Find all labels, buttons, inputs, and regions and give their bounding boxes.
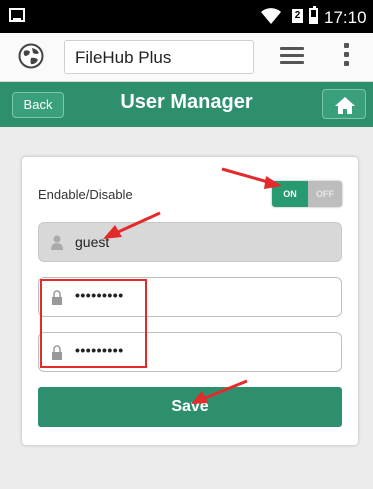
- overflow-menu-icon[interactable]: [344, 43, 350, 73]
- menu-lines-icon[interactable]: [280, 47, 304, 67]
- user-icon: [51, 235, 63, 250]
- status-bar: 2 17:10: [0, 0, 373, 33]
- page-title: User Manager: [120, 91, 253, 113]
- enable-toggle[interactable]: ON OFF: [272, 181, 342, 207]
- battery-icon: [309, 6, 318, 24]
- toggle-on-label: ON: [272, 181, 308, 207]
- toggle-label: Endable/Disable: [38, 187, 133, 202]
- page-header: Back User Manager: [0, 82, 373, 127]
- app-title-box[interactable]: FileHub Plus: [64, 40, 254, 74]
- username-field[interactable]: guest: [38, 222, 342, 262]
- username-value: guest: [75, 234, 110, 250]
- app-title: FileHub Plus: [75, 48, 172, 67]
- home-icon: [335, 97, 355, 114]
- save-button[interactable]: Save: [38, 387, 342, 427]
- toggle-off-label: OFF: [308, 181, 342, 207]
- status-time: 17:10: [324, 8, 367, 27]
- sim-icon: 2: [292, 9, 303, 23]
- globe-icon[interactable]: [18, 43, 44, 69]
- app-bar: FileHub Plus: [0, 33, 373, 82]
- home-button[interactable]: [322, 89, 366, 119]
- annotation-highlight-box: [40, 279, 147, 368]
- wifi-icon: [261, 8, 281, 24]
- screenshot-icon: [9, 8, 25, 22]
